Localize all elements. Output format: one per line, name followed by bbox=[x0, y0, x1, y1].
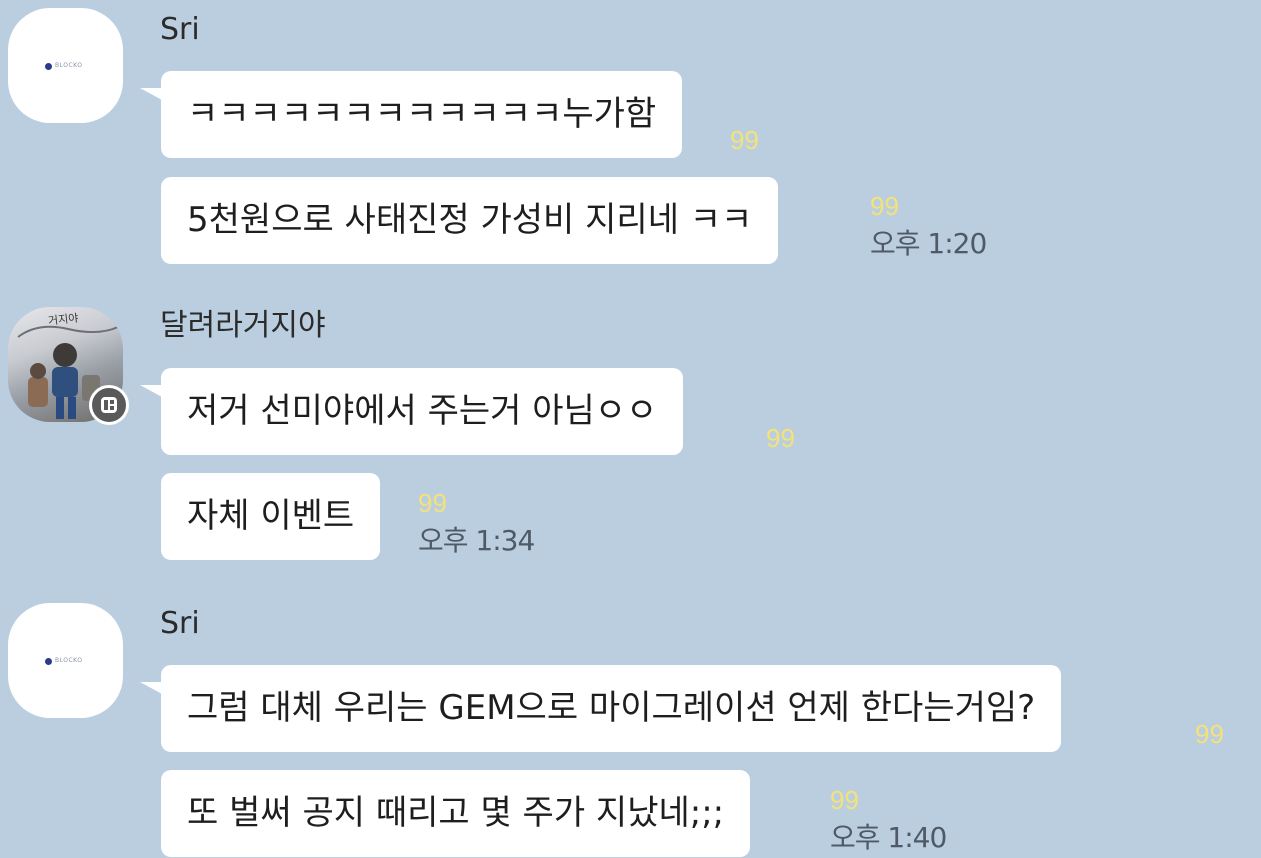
message-bubble[interactable]: 또 벌써 공지 때리고 몇 주가 지났네;;; bbox=[161, 770, 751, 857]
bubble-tail bbox=[140, 88, 162, 100]
message-bubble[interactable]: 그럼 대체 우리는 GEM으로 마이그레이션 언제 한다는거임? bbox=[161, 665, 1062, 752]
avatar[interactable]: BLOCKO bbox=[8, 8, 123, 123]
message-bubble[interactable]: ㅋㅋㅋㅋㅋㅋㅋㅋㅋㅋㅋㅋ누가함 bbox=[161, 71, 683, 158]
avatar[interactable]: BLOCKO bbox=[8, 603, 123, 718]
blocko-logo-icon: BLOCKO bbox=[45, 62, 101, 70]
bubble-tail bbox=[140, 682, 162, 694]
bubble-tail bbox=[140, 385, 162, 397]
unread-count: 99 bbox=[870, 191, 899, 221]
unread-count: 99 bbox=[418, 488, 447, 518]
message-time: 오후 1:20 bbox=[870, 227, 987, 260]
blocko-logo-icon: BLOCKO bbox=[45, 657, 101, 665]
message-bubble[interactable]: 자체 이벤트 bbox=[161, 473, 381, 560]
sender-name: Sri bbox=[160, 606, 200, 641]
message-bubble[interactable]: 5천원으로 사태진정 가성비 지리네 ㅋㅋ bbox=[161, 177, 779, 264]
message-bubble[interactable]: 저거 선미야에서 주는거 아님ㅇㅇ bbox=[161, 368, 684, 455]
message-time: 오후 1:34 bbox=[418, 524, 535, 557]
sender-name: Sri bbox=[160, 12, 200, 47]
unread-count: 99 bbox=[830, 785, 859, 815]
unread-count: 99 bbox=[730, 125, 759, 155]
unread-count: 99 bbox=[1195, 719, 1224, 749]
avatar-caption: 거지야 bbox=[47, 311, 80, 328]
sender-name: 달려라거지야 bbox=[160, 308, 326, 343]
message-time: 오후 1:40 bbox=[830, 821, 947, 854]
unread-count: 99 bbox=[766, 423, 795, 453]
bot-badge-icon bbox=[89, 385, 129, 425]
